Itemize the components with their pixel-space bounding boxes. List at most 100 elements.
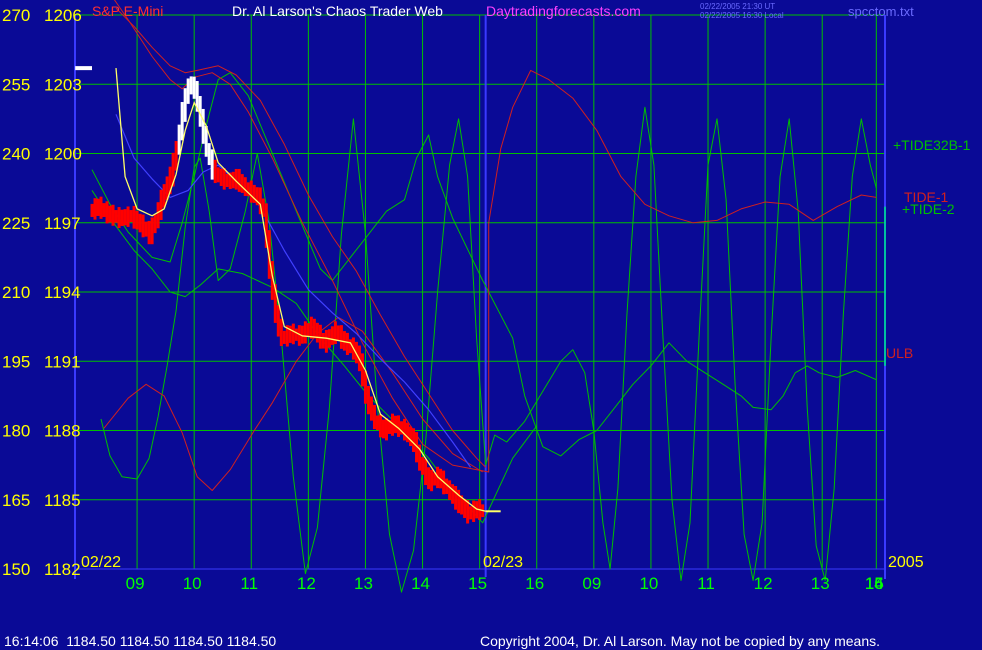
price-bar (141, 214, 145, 238)
price-bar (117, 207, 121, 229)
price-bar (406, 422, 410, 443)
price-bar (102, 203, 106, 217)
price-bar (312, 318, 316, 339)
data-file-name: spcctom.txt (848, 4, 914, 19)
tick-label-tide: 180 (2, 422, 30, 441)
price-bar (105, 201, 109, 224)
price-bar (180, 102, 184, 141)
price-bar (138, 213, 142, 233)
price-bar (375, 415, 379, 431)
price-bar (451, 484, 455, 504)
date-label-day1: 02/22 (81, 554, 121, 571)
price-bar (472, 500, 476, 522)
price-bar (192, 76, 196, 99)
price-bar (463, 498, 467, 518)
tick-label-time: 12 (754, 574, 773, 593)
series-label-tide2: +TIDE-2 (902, 201, 955, 217)
price-bar (330, 326, 334, 345)
price-bar (384, 418, 388, 441)
copyright-notice: Copyright 2004, Dr. Al Larson. May not b… (480, 633, 880, 649)
price-bar (120, 209, 124, 226)
price-bar (294, 328, 298, 341)
price-bar (216, 167, 220, 183)
price-bar (189, 76, 193, 95)
price-bar (409, 426, 413, 447)
price-bar (225, 173, 229, 187)
price-bar (427, 467, 431, 490)
price-bar (403, 418, 407, 441)
price-bar (222, 168, 226, 190)
price-bar (430, 469, 434, 492)
tick-label-time: 09 (582, 574, 601, 593)
chart-title: Dr. Al Larson's Chaos Trader Web (232, 3, 443, 19)
price-bar (126, 206, 130, 227)
tick-label-tide: 240 (2, 145, 30, 164)
tick-label-price: 1191 (44, 352, 81, 371)
price-bar (111, 204, 115, 226)
price-bar (369, 396, 373, 421)
price-bar (469, 506, 473, 520)
price-bar (201, 108, 205, 144)
price-bar (177, 124, 181, 155)
tick-label-time: 11 (697, 574, 715, 593)
price-bar (466, 500, 470, 524)
tick-label-time: 10 (639, 574, 658, 593)
price-bar (96, 198, 100, 216)
price-bar (339, 325, 343, 349)
price-bar (186, 78, 190, 104)
series-label-tide32b: +TIDE32B-1 (893, 137, 971, 153)
price-bar (303, 321, 307, 344)
price-bar (318, 324, 322, 349)
tick-label-tide: 255 (2, 75, 30, 94)
price-bar (114, 210, 118, 223)
price-bar (348, 339, 352, 354)
price-bar (153, 214, 157, 234)
price-bar (93, 198, 97, 220)
price-bar (448, 480, 452, 500)
price-bar (412, 428, 416, 452)
price-bar (360, 353, 364, 387)
price-bar (219, 168, 223, 186)
price-bar (150, 217, 154, 245)
site-link[interactable]: Daytradingforecasts.com (486, 3, 641, 19)
tick-label-price: 1185 (44, 491, 81, 510)
tick-label-tide: 165 (2, 491, 30, 510)
tick-label-time: 12 (297, 574, 316, 593)
price-bar (321, 332, 325, 349)
tick-label-time: 09 (126, 574, 145, 593)
price-bar (282, 330, 286, 344)
price-bar (129, 210, 133, 223)
price-bar (144, 221, 148, 237)
price-bar (363, 370, 367, 404)
price-bar (397, 415, 401, 437)
tick-label-time: 13 (354, 574, 373, 593)
tick-label-time: 16 (865, 574, 884, 593)
tick-label-tide: 210 (2, 283, 30, 302)
price-bar (207, 143, 211, 166)
tick-label-tide: 225 (2, 214, 30, 233)
price-bar (306, 323, 310, 338)
tick-label-time: 13 (811, 574, 830, 593)
chart: S&P E-Mini Dr. Al Larson's Chaos Trader … (0, 0, 982, 650)
quote-readout: 16:14:06 1184.50 1184.50 1184.50 1184.50 (4, 633, 276, 649)
price-bar (123, 209, 127, 226)
chart-background (0, 0, 982, 650)
price-bar (421, 457, 425, 475)
price-bar (108, 205, 112, 223)
price-bar (372, 404, 376, 430)
tick-label-price: 1203 (44, 75, 82, 94)
price-bar (156, 202, 160, 229)
price-bar (240, 174, 244, 193)
tick-label-price: 1200 (44, 145, 82, 164)
tick-label-tide: 150 (2, 560, 30, 579)
series-label-ulb: ULB (886, 345, 913, 361)
price-bar (324, 329, 328, 353)
timestamp-local: 02/22/2005 16:30 Local (700, 11, 784, 20)
tick-label-price: 1182 (44, 560, 81, 579)
date-label-day2: 02/23 (483, 554, 523, 571)
price-bar (147, 220, 151, 245)
price-bar (424, 459, 428, 486)
price-bar (315, 322, 319, 343)
timestamp-ut: 02/22/2005 21:30 UT (700, 2, 775, 11)
tick-label-time: 16 (525, 574, 544, 593)
